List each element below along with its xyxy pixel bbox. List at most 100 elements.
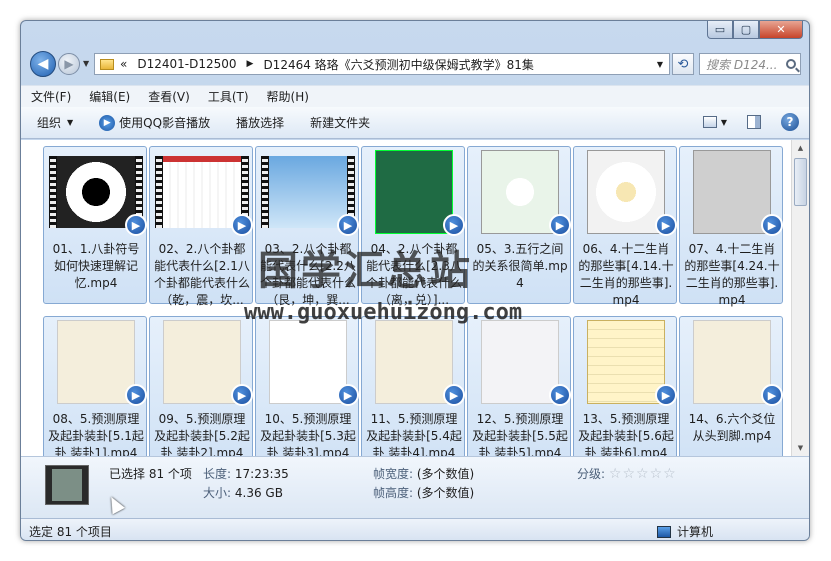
- file-tile[interactable]: ▶ 03、2.八个卦都能代表什么[2.2八个卦都能代表什么（艮，坤，巽...: [255, 146, 359, 307]
- frame-width-value: (多个数值): [416, 467, 475, 481]
- recent-pages-dropdown[interactable]: ▼: [83, 59, 89, 68]
- status-location: 计算机: [657, 523, 713, 540]
- rating-star-icon[interactable]: ☆: [636, 466, 649, 482]
- forward-arrow-icon: ▶: [64, 57, 74, 71]
- file-tile[interactable]: ▶ 08、5.预测原理及起卦装卦[5.1起卦 装卦1].mp4: [43, 316, 147, 456]
- new-folder-label: 新建文件夹: [310, 116, 371, 130]
- qq-player-badge-icon: ▶: [125, 384, 147, 406]
- chevron-down-icon: ▼: [67, 118, 74, 127]
- play-with-qq-label: 使用QQ影音播放: [119, 116, 211, 130]
- breadcrumb-separator-icon[interactable]: ▶: [247, 59, 254, 69]
- menu-tools[interactable]: 工具(T): [208, 88, 249, 105]
- size-label: 大小:: [203, 486, 232, 500]
- vertical-scrollbar[interactable]: ▲ ▼: [791, 140, 809, 456]
- command-bar: 组织 ▼ ▶ 使用QQ影音播放 播放选择 新建文件夹 ▼ ?: [21, 107, 809, 139]
- back-button[interactable]: ◀: [30, 51, 56, 77]
- rating-star-icon[interactable]: ☆: [622, 466, 635, 482]
- file-tile[interactable]: ▶ 12、5.预测原理及起卦装卦[5.5起卦 装卦5].mp4: [467, 316, 571, 456]
- search-icon[interactable]: [786, 59, 796, 69]
- minimize-button[interactable]: ▭: [707, 21, 733, 39]
- video-thumbnail: ▶: [367, 320, 465, 406]
- file-tile[interactable]: ▶ 07、4.十二生肖的那些事[4.24.十二生肖的那些事].mp4: [679, 146, 783, 307]
- chevron-down-icon[interactable]: ▼: [657, 60, 663, 69]
- breadcrumb-overflow[interactable]: «: [120, 57, 127, 71]
- menu-edit[interactable]: 编辑(E): [89, 88, 130, 105]
- details-pane: 已选择 81 个项 长度: 17:23:35 大小: 4.36 GB 帧宽度: …: [21, 456, 809, 518]
- rating-star-icon[interactable]: ☆: [609, 466, 622, 482]
- length-field: 长度: 17:23:35: [203, 465, 289, 482]
- help-icon[interactable]: ?: [781, 113, 799, 131]
- close-button[interactable]: ✕: [759, 21, 803, 39]
- size-value: 4.36 GB: [234, 486, 283, 500]
- preview-pane-icon[interactable]: [747, 115, 761, 129]
- qq-player-badge-icon: ▶: [337, 214, 359, 236]
- play-selection-label: 播放选择: [236, 116, 285, 130]
- qq-player-badge-icon: ▶: [655, 214, 677, 236]
- file-tile[interactable]: ▶ 13、5.预测原理及起卦装卦[5.6起卦 装卦6].mp4: [573, 316, 677, 456]
- rating-star-icon[interactable]: ☆: [650, 466, 663, 482]
- menu-file[interactable]: 文件(F): [31, 88, 71, 105]
- file-name: 03、2.八个卦都能代表什么[2.2八个卦都能代表什么（艮，坤，巽...: [260, 242, 356, 307]
- search-placeholder: 搜索 D124...: [706, 57, 778, 72]
- status-selection-text: 选定 81 个项目: [29, 525, 112, 539]
- rating-stars[interactable]: ☆☆☆☆☆: [609, 466, 677, 482]
- file-tile[interactable]: ▶ 05、3.五行之间的关系很简单.mp4: [467, 146, 571, 304]
- video-thumbnail: ▶: [367, 150, 465, 236]
- size-field: 大小: 4.36 GB: [203, 484, 283, 501]
- scroll-up-icon[interactable]: ▲: [792, 140, 809, 156]
- qq-player-badge-icon: ▶: [549, 384, 571, 406]
- file-tile[interactable]: ▶ 09、5.预测原理及起卦装卦[5.2起卦 装卦2].mp4: [149, 316, 253, 456]
- file-tile[interactable]: ▶ 06、4.十二生肖的那些事[4.14.十二生肖的那些事].mp4: [573, 146, 677, 307]
- maximize-button[interactable]: ▢: [733, 21, 759, 39]
- file-name: 05、3.五行之间的关系很简单.mp4: [472, 242, 568, 290]
- breadcrumb-current[interactable]: D12464 珞珞《六爻预测初中级保姆式教学》81集: [263, 56, 534, 73]
- menu-help[interactable]: 帮助(H): [267, 88, 309, 105]
- video-thumbnail: ▶: [685, 320, 783, 406]
- breadcrumb-parent[interactable]: D12401-D12500: [137, 57, 236, 71]
- view-controls: ▼ ?: [702, 113, 799, 131]
- folder-icon: [100, 58, 114, 70]
- length-value: 17:23:35: [234, 467, 289, 481]
- file-name: 11、5.预测原理及起卦装卦[5.4起卦 装卦4].mp4: [366, 412, 462, 456]
- play-with-qq-button[interactable]: ▶ 使用QQ影音播放: [99, 114, 210, 131]
- scroll-down-icon[interactable]: ▼: [792, 440, 809, 456]
- rating-star-icon[interactable]: ☆: [663, 466, 676, 482]
- qq-player-badge-icon: ▶: [443, 384, 465, 406]
- change-view-icon[interactable]: [702, 116, 717, 128]
- file-name: 09、5.预测原理及起卦装卦[5.2起卦 装卦2].mp4: [154, 412, 250, 456]
- computer-icon: [657, 525, 671, 538]
- play-selection-button[interactable]: 播放选择: [236, 114, 284, 131]
- file-name: 06、4.十二生肖的那些事[4.14.十二生肖的那些事].mp4: [578, 242, 674, 307]
- forward-button[interactable]: ▶: [58, 53, 80, 75]
- file-name: 04、2.八个卦都能代表什么[2.3八个卦都能代表什么（离，兑）]...: [366, 242, 462, 307]
- video-thumbnail: ▶: [261, 152, 359, 236]
- qq-player-badge-icon: ▶: [231, 384, 253, 406]
- menu-view[interactable]: 查看(V): [148, 88, 190, 105]
- refresh-button[interactable]: ⟲: [672, 53, 694, 75]
- organize-button[interactable]: 组织 ▼: [37, 114, 73, 131]
- refresh-icon: ⟲: [677, 56, 689, 72]
- frame-width-label: 帧宽度:: [373, 467, 414, 481]
- address-row: ◀ ▶ ▼ « D12401-D12500 ▶ D12464 珞珞《六爻预测初中…: [21, 47, 809, 81]
- frame-width-field: 帧宽度: (多个数值): [373, 465, 474, 482]
- rating-label: 分级:: [577, 467, 606, 481]
- file-name: 07、4.十二生肖的那些事[4.24.十二生肖的那些事].mp4: [684, 242, 780, 307]
- file-tile[interactable]: ▶ 04、2.八个卦都能代表什么[2.3八个卦都能代表什么（离，兑）]...: [361, 146, 465, 307]
- new-folder-button[interactable]: 新建文件夹: [310, 114, 370, 131]
- video-thumbnail: ▶: [261, 320, 359, 406]
- file-list[interactable]: ▶ 01、1.八卦符号如何快速理解记忆.mp4 ▶ 02、2.八个卦都能代表什么[2.…: [21, 140, 791, 456]
- search-input[interactable]: 搜索 D124...: [699, 53, 801, 75]
- qq-player-badge-icon: ▶: [231, 214, 253, 236]
- rating-field: 分级: ☆☆☆☆☆: [577, 465, 677, 482]
- file-tile[interactable]: ▶ 02、2.八个卦都能代表什么[2.1八个卦都能代表什么（乾，震，坎...: [149, 146, 253, 307]
- menu-bar: 文件(F) 编辑(E) 查看(V) 工具(T) 帮助(H): [21, 85, 809, 107]
- file-tile[interactable]: ▶ 11、5.预测原理及起卦装卦[5.4起卦 装卦4].mp4: [361, 316, 465, 456]
- view-options-chevron-icon[interactable]: ▼: [721, 118, 727, 127]
- selection-count: 已选择 81 个项: [109, 467, 192, 481]
- file-tile[interactable]: ▶ 01、1.八卦符号如何快速理解记忆.mp4: [43, 146, 147, 304]
- address-bar[interactable]: « D12401-D12500 ▶ D12464 珞珞《六爻预测初中级保姆式教学…: [94, 53, 670, 75]
- file-name: 12、5.预测原理及起卦装卦[5.5起卦 装卦5].mp4: [472, 412, 568, 456]
- file-tile[interactable]: ▶ 14、6.六个爻位从头到脚.mp4: [679, 316, 783, 456]
- file-tile[interactable]: ▶ 10、5.预测原理及起卦装卦[5.3起卦 装卦3].mp4: [255, 316, 359, 456]
- scroll-thumb[interactable]: [794, 158, 807, 206]
